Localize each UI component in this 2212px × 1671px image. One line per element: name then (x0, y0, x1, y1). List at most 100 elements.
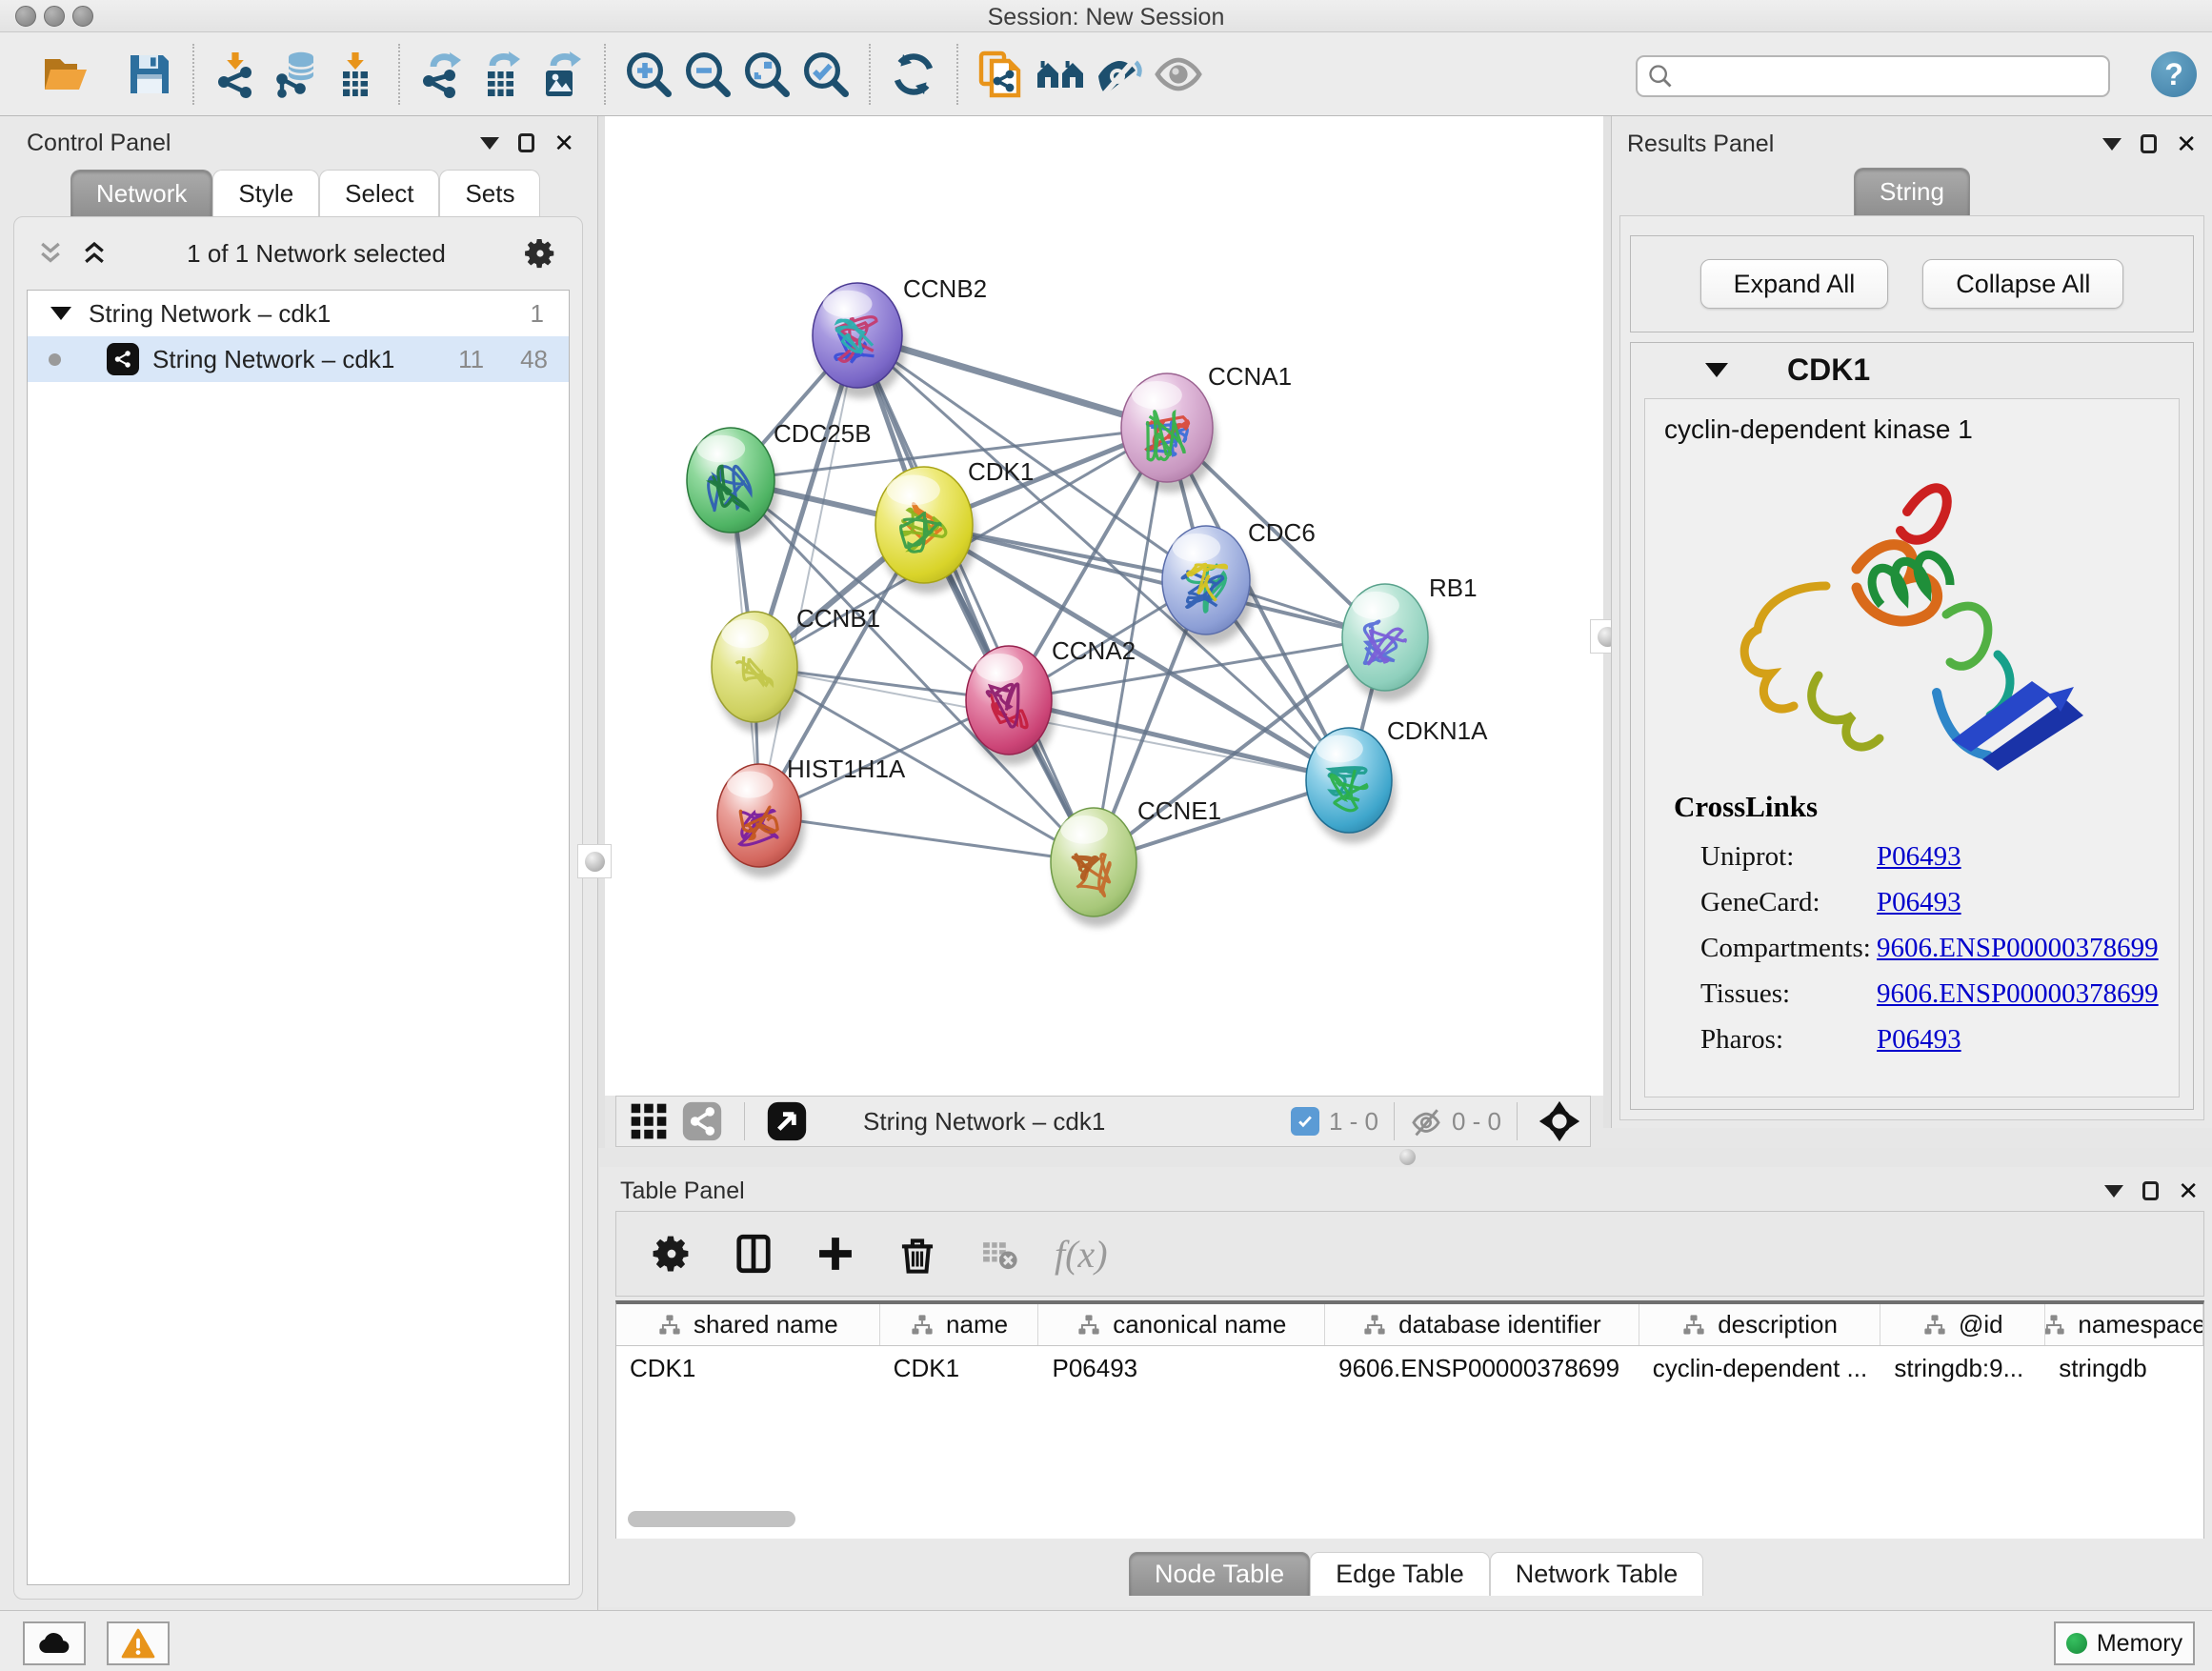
new-network-from-selection-button[interactable] (972, 45, 1031, 104)
crosslink-value[interactable]: P06493 (1877, 887, 1961, 918)
hidden-eye-icon[interactable] (1410, 1105, 1442, 1137)
selected-nodes-checkbox-icon[interactable] (1291, 1107, 1319, 1136)
network-canvas[interactable]: CCNB2CCNA1CDC25BCDK1CDC6RB1CCNB1CCNA2CDK… (605, 116, 1611, 1096)
panel-float-icon[interactable] (518, 133, 534, 152)
crosslink-value[interactable]: P06493 (1877, 841, 1961, 873)
panel-close-icon[interactable]: ✕ (553, 133, 574, 152)
panel-menu-icon[interactable] (2102, 138, 2122, 151)
crosslink-value[interactable]: P06493 (1877, 1024, 1961, 1056)
apply-layout-button[interactable] (884, 45, 943, 104)
view-list-button[interactable] (675, 1095, 729, 1148)
table-cell[interactable]: stringdb:9... (1880, 1346, 2045, 1390)
table-cell[interactable]: CDK1 (616, 1346, 880, 1390)
left-splitter[interactable] (598, 116, 605, 1148)
horizontal-scrollbar[interactable] (628, 1511, 795, 1527)
column-header[interactable]: database identifier (1325, 1304, 1639, 1345)
column-header[interactable]: shared name (616, 1304, 880, 1345)
zoom-in-button[interactable] (619, 45, 678, 104)
warning-icon (121, 1628, 155, 1659)
table-row[interactable]: CDK1CDK1P064939606.ENSP00000378699cyclin… (616, 1346, 2203, 1390)
horizontal-splitter-handle[interactable] (1399, 1149, 1416, 1165)
help-button[interactable]: ? (2151, 51, 2197, 97)
tab-select[interactable]: Select (319, 170, 439, 217)
collapse-all-icon[interactable] (35, 239, 66, 268)
table-cell[interactable]: cyclin-dependent ... (1639, 1346, 1881, 1390)
memory-button[interactable]: Memory (2054, 1621, 2195, 1665)
zoom-selected-button[interactable] (796, 45, 855, 104)
node-label-hist1h1a: HIST1H1A (787, 755, 906, 783)
import-table-from-file-button[interactable] (326, 45, 385, 104)
expand-all-icon[interactable] (79, 239, 110, 268)
zoom-fit-button[interactable] (737, 45, 796, 104)
network-row-selected[interactable]: String Network – cdk1 11 48 (28, 336, 569, 382)
edge-ccnb2-ccne1[interactable] (857, 335, 1094, 862)
import-network-from-file-button[interactable] (208, 45, 267, 104)
crosslink-value[interactable]: 9606.ENSP00000378699 (1877, 933, 2159, 964)
section-collapse-icon[interactable] (1705, 363, 1728, 377)
panel-menu-icon[interactable] (2104, 1185, 2123, 1198)
create-column-button[interactable] (809, 1227, 862, 1280)
pan-mode-button[interactable] (1533, 1095, 1586, 1148)
export-table-button[interactable] (473, 45, 532, 104)
save-session-button[interactable] (120, 45, 179, 104)
warnings-button[interactable] (107, 1621, 170, 1665)
table-settings-button[interactable] (645, 1227, 698, 1280)
column-header[interactable]: description (1639, 1304, 1881, 1345)
gear-icon[interactable] (523, 236, 557, 271)
open-session-button[interactable] (36, 45, 95, 104)
string-network-icon (107, 343, 139, 375)
export-network-button[interactable] (413, 45, 473, 104)
table-cell[interactable]: 9606.ENSP00000378699 (1325, 1346, 1639, 1390)
table-cell[interactable]: P06493 (1038, 1346, 1325, 1390)
tab-edge-table[interactable]: Edge Table (1310, 1552, 1490, 1596)
tab-sets[interactable]: Sets (439, 170, 540, 217)
show-columns-button[interactable] (727, 1227, 780, 1280)
left-splitter-handle[interactable] (577, 844, 612, 878)
crosslink-value[interactable]: 9606.ENSP00000378699 (1877, 978, 2159, 1010)
collapse-all-button[interactable]: Collapse All (1922, 259, 2123, 309)
import-network-from-database-button[interactable] (267, 45, 326, 104)
column-header[interactable]: namespace (2045, 1304, 2203, 1345)
view-grid-button[interactable] (622, 1095, 675, 1148)
column-type-icon (657, 1313, 682, 1338)
tab-node-table[interactable]: Node Table (1129, 1552, 1310, 1596)
zoom-out-button[interactable] (678, 45, 737, 104)
gene-section-header[interactable]: CDK1 (1631, 343, 2193, 396)
column-type-icon (2045, 1313, 2066, 1338)
column-header[interactable]: name (880, 1304, 1039, 1345)
edge-ccnb2-hist1h1a[interactable] (759, 335, 857, 815)
edge-cdk1-rb1[interactable] (924, 525, 1385, 637)
cloud-status-button[interactable] (23, 1621, 86, 1665)
table-cell[interactable]: CDK1 (880, 1346, 1039, 1390)
column-header[interactable]: @id (1880, 1304, 2045, 1345)
tab-network-table[interactable]: Network Table (1490, 1552, 1704, 1596)
control-panel-title: Control Panel (27, 130, 171, 157)
two-houses-icon (1036, 50, 1085, 99)
edge-hist1h1a-ccne1[interactable] (759, 815, 1094, 862)
edge-ccna2-cdkn1a[interactable] (1009, 700, 1349, 780)
panel-menu-icon[interactable] (480, 137, 499, 150)
import-network-icon (212, 50, 262, 99)
network-collection-row[interactable]: String Network – cdk1 1 (28, 291, 569, 336)
horizontal-splitter[interactable] (599, 1148, 2212, 1167)
tab-style[interactable]: Style (212, 170, 319, 217)
panel-close-icon[interactable]: ✕ (2176, 134, 2197, 153)
birdseye-view-button[interactable] (760, 1095, 814, 1148)
panel-float-icon[interactable] (2142, 1181, 2159, 1200)
table-cell[interactable]: stringdb (2045, 1346, 2203, 1390)
delete-column-button[interactable] (891, 1227, 944, 1280)
hide-selection-button[interactable] (1090, 45, 1149, 104)
export-image-button[interactable] (532, 45, 591, 104)
expand-all-button[interactable]: Expand All (1700, 259, 1889, 309)
panel-close-icon[interactable]: ✕ (2178, 1181, 2199, 1200)
table-panel: Table Panel ✕ f(x) shared namenamecanoni… (599, 1167, 2212, 1607)
tab-network[interactable]: Network (70, 170, 212, 217)
search-input[interactable] (1636, 55, 2110, 97)
tab-string[interactable]: String (1854, 168, 1970, 215)
column-header[interactable]: canonical name (1038, 1304, 1325, 1345)
status-bar: Memory (0, 1610, 2212, 1671)
panel-float-icon[interactable] (2141, 134, 2157, 153)
string-home-button[interactable] (1031, 45, 1090, 104)
tree-expand-icon[interactable] (50, 307, 71, 320)
show-all-button[interactable] (1149, 45, 1208, 104)
